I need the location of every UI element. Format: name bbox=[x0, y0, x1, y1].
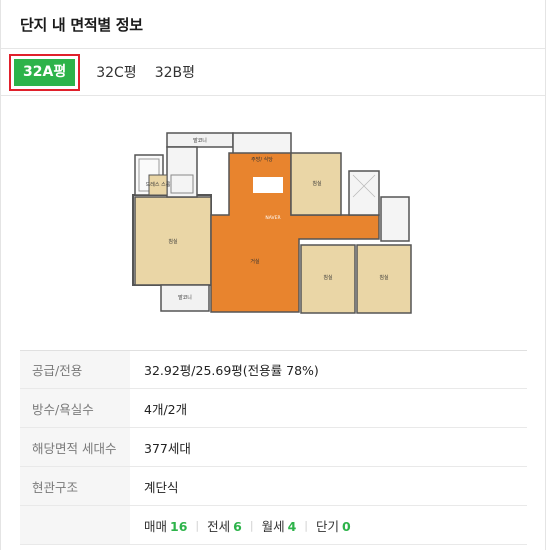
floorplan-image: 발코니 주방/ 식당 침실 드레스 스룸 침실 거실 침실 침실 발코니 NAV… bbox=[132, 132, 412, 314]
row-label: 현관구조 bbox=[20, 467, 130, 505]
tab-32a-highlight: 32A평 bbox=[9, 53, 81, 91]
trade-short[interactable]: 단기 0 bbox=[316, 516, 351, 535]
row-value: 377세대 bbox=[144, 440, 191, 456]
row-value: 32.92평/25.69평(전용률 78%) bbox=[144, 363, 319, 378]
label-room-top-right: 침실 bbox=[312, 180, 322, 187]
trade-row: 매매 16 | 전세 6 | 월세 4 | 단기 0 bbox=[20, 506, 527, 545]
tab-32b[interactable]: 32B평 bbox=[155, 62, 195, 82]
trade-jeonse-label: 전세 bbox=[207, 518, 231, 534]
label-room-mid: 침실 bbox=[323, 274, 333, 281]
trade-short-count: 0 bbox=[342, 518, 351, 534]
label-balcony-top: 발코니 bbox=[193, 137, 207, 144]
trade-sale-label: 매매 bbox=[144, 518, 168, 534]
trade-counts: 매매 16 | 전세 6 | 월세 4 | 단기 0 bbox=[130, 506, 527, 544]
table-row: 해당면적 세대수 377세대 bbox=[20, 428, 527, 467]
trade-sale-count: 16 bbox=[170, 518, 188, 534]
table-row: 현관구조 계단식 bbox=[20, 467, 527, 506]
area-info-panel: 단지 내 면적별 정보 32A평 32C평 32B평 발코니 주방/ 식당 침실… bbox=[0, 0, 546, 550]
label-room-left: 침실 bbox=[168, 238, 178, 245]
watermark: NAVER bbox=[265, 215, 280, 221]
trade-jeonse-count: 6 bbox=[233, 518, 242, 534]
tab-32c[interactable]: 32C평 bbox=[96, 62, 136, 82]
panel-title: 단지 내 면적별 정보 bbox=[20, 15, 143, 34]
divider: | bbox=[195, 518, 200, 532]
area-info-table: 공급/전용 32.92평/25.69평(전용률 78%) 방수/욕실수 4개/2… bbox=[20, 350, 527, 545]
row-label: 해당면적 세대수 bbox=[20, 428, 130, 466]
trade-jeonse[interactable]: 전세 6 bbox=[207, 516, 242, 535]
label-living: 거실 bbox=[250, 258, 260, 265]
row-value: 4개/2개 bbox=[144, 401, 188, 417]
label-balcony-bottom: 발코니 bbox=[178, 294, 192, 301]
trade-sale[interactable]: 매매 16 bbox=[144, 516, 187, 535]
tab-32a[interactable]: 32A평 bbox=[14, 58, 76, 86]
label-dress: 드레스 스룸 bbox=[146, 181, 171, 188]
label-room-right: 침실 bbox=[379, 274, 389, 281]
floorplan-area: 발코니 주방/ 식당 침실 드레스 스룸 침실 거실 침실 침실 발코니 NAV… bbox=[1, 96, 545, 347]
table-row: 공급/전용 32.92평/25.69평(전용률 78%) bbox=[20, 350, 527, 389]
panel-header: 단지 내 면적별 정보 bbox=[1, 0, 545, 49]
area-tabs: 32A평 32C평 32B평 bbox=[1, 49, 545, 96]
trade-monthly[interactable]: 월세 4 bbox=[262, 516, 297, 535]
table-row: 방수/욕실수 4개/2개 bbox=[20, 389, 527, 428]
divider: | bbox=[249, 518, 254, 532]
label-kitchen: 주방/ 식당 bbox=[251, 156, 273, 163]
row-label: 방수/욕실수 bbox=[20, 389, 130, 427]
row-value: 계단식 bbox=[144, 479, 179, 495]
trade-monthly-count: 4 bbox=[287, 518, 297, 534]
row-label: 공급/전용 bbox=[20, 351, 130, 388]
trade-monthly-label: 월세 bbox=[261, 518, 285, 534]
row-label-empty bbox=[20, 506, 130, 544]
divider: | bbox=[304, 518, 309, 532]
trade-short-label: 단기 bbox=[316, 518, 340, 534]
